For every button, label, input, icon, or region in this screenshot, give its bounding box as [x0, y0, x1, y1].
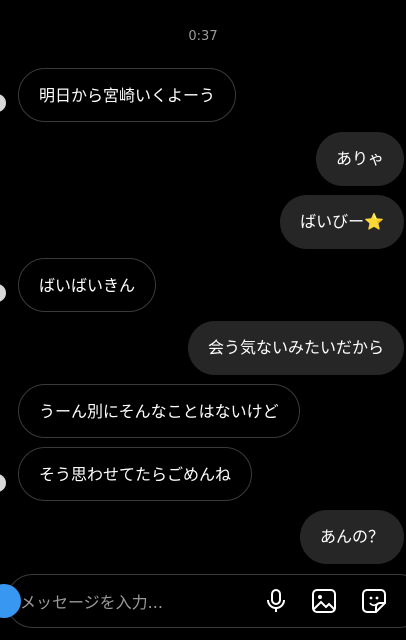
message-bubble-outgoing[interactable]: あんの？: [299, 510, 404, 564]
message-bubble-outgoing[interactable]: 会う気ないみたいだから: [187, 321, 404, 375]
message-bubble-outgoing[interactable]: ありゃ: [315, 132, 404, 186]
message-bubble-outgoing[interactable]: ばいびー⭐: [280, 195, 404, 249]
message-bubble-incoming[interactable]: うーん別にそんなことはないけど: [18, 384, 300, 438]
sticker-icon[interactable]: [360, 587, 388, 615]
timestamp: 0:37: [188, 29, 218, 44]
avatar[interactable]: [0, 94, 6, 112]
avatar[interactable]: [0, 474, 6, 492]
microphone-icon[interactable]: [262, 587, 290, 615]
message-bubble-incoming[interactable]: 明日から宮崎いくよーう: [18, 68, 237, 122]
message-input[interactable]: [20, 590, 250, 614]
message-bubble-incoming[interactable]: ばいばいきん: [18, 258, 157, 312]
avatar[interactable]: [0, 284, 6, 302]
image-gallery-icon[interactable]: [310, 587, 338, 615]
message-bubble-incoming[interactable]: そう思わせてたらごめんね: [18, 447, 253, 501]
